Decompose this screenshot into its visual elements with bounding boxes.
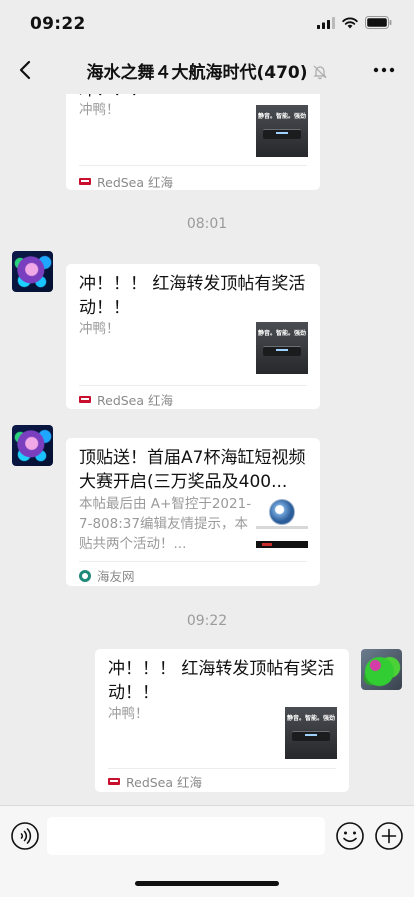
chat-title: 海水之舞４大航海时代(470): [0, 58, 414, 83]
card-title: 冲！！！ 红海转发顶帖有奖活动！！: [79, 274, 306, 318]
card-source: RedSea 红海: [108, 772, 202, 791]
battery-icon: [365, 16, 392, 29]
avatar[interactable]: [12, 251, 53, 292]
card-thumbnail: 静音。智能。强劲: [256, 105, 308, 157]
card-source-label: RedSea 红海: [126, 775, 203, 790]
redsea-logo-icon: [79, 396, 91, 403]
thumb-tagline: 静音。智能。强劲: [286, 715, 335, 722]
link-card[interactable]: 冲！！！ 冲鸭！ 静音。智能。强劲 RedSea 红海: [66, 94, 320, 190]
link-card[interactable]: 冲！！！ 红海转发顶帖有奖活动！！ 冲鸭！ 静音。智能。强劲 RedSea 红海: [95, 649, 349, 792]
emoji-icon[interactable]: [335, 821, 365, 851]
plus-icon[interactable]: [374, 821, 404, 851]
haiyou-logo-icon: [79, 569, 91, 582]
card-source-label: RedSea 红海: [97, 393, 174, 408]
link-card[interactable]: 冲！！！ 红海转发顶帖有奖活动！！ 冲鸭！ 静音。智能。强劲 RedSea 红海: [66, 264, 320, 409]
card-description: 冲鸭！: [79, 102, 120, 118]
card-title: 冲！！！ 红海转发顶帖有奖活动！！: [108, 659, 335, 703]
card-source-label: RedSea 红海: [97, 175, 174, 190]
status-bar: 09:22: [0, 0, 414, 46]
card-title: 顶贴送！首届A7杯海缸短视频大赛开启(三万奖品及400...: [79, 448, 306, 492]
chat-title-text: 海水之舞４大航海时代(470): [86, 63, 308, 83]
thumb-tagline: 静音。智能。强劲: [257, 330, 306, 337]
thumb-tagline: 静音。智能。强劲: [257, 113, 306, 120]
card-source: RedSea 红海: [79, 172, 173, 191]
home-indicator[interactable]: [135, 881, 279, 886]
card-source-label: 海友网: [97, 569, 135, 584]
card-source: RedSea 红海: [79, 390, 173, 409]
redsea-logo-icon: [108, 778, 120, 785]
card-divider: [79, 561, 307, 562]
status-time: 09:22: [30, 14, 86, 34]
avatar[interactable]: [12, 425, 53, 466]
link-card[interactable]: 顶贴送！首届A7杯海缸短视频大赛开启(三万奖品及400... 本帖最后由 A+智…: [66, 438, 320, 586]
card-divider: [108, 768, 336, 769]
voice-icon[interactable]: [10, 821, 40, 851]
status-icons: [317, 16, 392, 29]
card-description: 冲鸭！: [79, 321, 120, 337]
chat-header: 海水之舞４大航海时代(470): [0, 46, 414, 94]
signal-icon: [317, 16, 335, 29]
card-divider: [79, 165, 307, 166]
redsea-logo-icon: [79, 178, 91, 185]
mute-bell-icon: [313, 65, 326, 80]
card-source: 海友网: [79, 566, 135, 585]
wifi-icon: [342, 17, 358, 28]
card-thumbnail: 静音。智能。强劲: [285, 707, 337, 759]
avatar[interactable]: [361, 649, 402, 690]
message-list[interactable]: 冲！！！ 冲鸭！ 静音。智能。强劲 RedSea 红海 08:01 冲！！！ 红…: [0, 94, 414, 805]
message-input[interactable]: [47, 817, 325, 855]
card-thumbnail: [256, 496, 308, 548]
card-description: 本帖最后由 A+智控于2021-7-808:37编辑友情提示，本贴共两个活动！.…: [79, 496, 252, 552]
card-divider: [79, 385, 307, 386]
timestamp: 09:22: [186, 613, 228, 629]
timestamp: 08:01: [186, 216, 228, 232]
card-description: 冲鸭！: [108, 706, 149, 722]
more-dots-icon[interactable]: [372, 58, 396, 82]
card-thumbnail: 静音。智能。强劲: [256, 322, 308, 374]
